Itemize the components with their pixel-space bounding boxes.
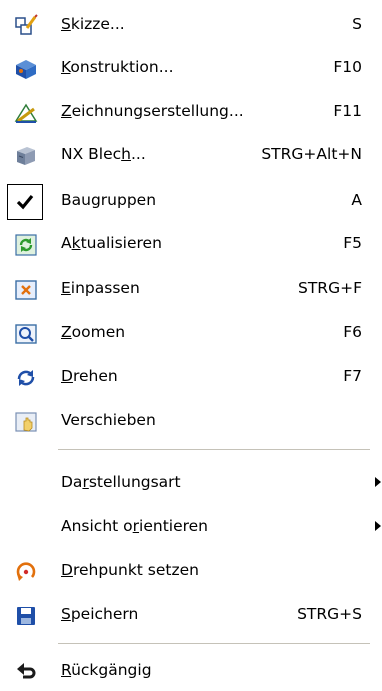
menu-item-label: NX Blech... <box>61 145 146 163</box>
save-icon <box>14 604 38 628</box>
menu-item-modeling[interactable]: Konstruktion... F10 <box>0 47 382 87</box>
menu-item-label: Baugruppen <box>61 191 157 209</box>
shortcut-label: STRG+S <box>297 605 362 623</box>
menu-item-drafting[interactable]: Zeichnungserstellung... F11 <box>0 91 382 131</box>
menu-item-sheet-metal[interactable]: NX Blech... STRG+Alt+N <box>0 134 382 174</box>
menu-item-label: Verschieben <box>61 411 156 429</box>
menu-item-display-mode[interactable]: Darstellungsart <box>0 462 382 502</box>
menu-item-label: Darstellungsart <box>61 473 181 491</box>
pan-icon <box>14 410 38 434</box>
fit-icon <box>14 278 38 302</box>
sketch-icon <box>14 14 38 38</box>
menu-item-sketch[interactable]: Skizze... S <box>0 4 382 44</box>
menu-item-label: Ansicht orientieren <box>61 517 209 535</box>
menu-item-label: Drehpunkt setzen <box>61 561 199 579</box>
menu-item-label: Aktualisieren <box>61 234 162 252</box>
context-menu: Skizze... S Konstruktion... F10 Zeichnun… <box>0 0 382 691</box>
menu-item-label: Konstruktion... <box>61 58 174 76</box>
menu-separator <box>58 643 370 644</box>
shortcut-label: STRG+Alt+N <box>261 145 362 163</box>
menu-item-label: Einpassen <box>61 279 140 297</box>
rotate-icon <box>14 366 38 390</box>
menu-separator <box>58 449 370 450</box>
menu-item-label: Drehen <box>61 367 118 385</box>
shortcut-label: F6 <box>343 323 362 341</box>
menu-item-set-pivot[interactable]: Drehpunkt setzen <box>0 550 382 590</box>
submenu-arrow-icon <box>375 521 381 531</box>
refresh-icon <box>14 233 38 257</box>
menu-item-pan[interactable]: Verschieben <box>0 400 382 440</box>
menu-item-label: Speichern <box>61 605 139 623</box>
menu-item-orient-view[interactable]: Ansicht orientieren <box>0 506 382 546</box>
menu-item-refresh[interactable]: Aktualisieren F5 <box>0 223 382 263</box>
zoom-icon <box>14 322 38 346</box>
sheet-metal-icon <box>14 144 38 168</box>
menu-item-save[interactable]: Speichern STRG+S <box>0 594 382 634</box>
menu-item-label: Skizze... <box>61 15 125 33</box>
menu-item-undo[interactable]: Rückgängig <box>0 650 382 690</box>
drafting-icon <box>14 101 38 125</box>
menu-item-label: Rückgängig <box>61 661 152 679</box>
menu-item-assemblies[interactable]: Baugruppen A <box>0 180 382 220</box>
submenu-arrow-icon <box>375 477 381 487</box>
shortcut-label: F5 <box>343 234 362 252</box>
menu-item-label: Zoomen <box>61 323 126 341</box>
modeling-icon <box>14 57 38 81</box>
pivot-icon <box>14 560 38 584</box>
checkmark-icon <box>16 194 34 210</box>
menu-item-rotate[interactable]: Drehen F7 <box>0 356 382 396</box>
shortcut-label: F11 <box>333 102 362 120</box>
checkmark-box <box>7 184 43 220</box>
shortcut-label: F7 <box>343 367 362 385</box>
menu-item-label: Zeichnungserstellung... <box>61 102 244 120</box>
undo-icon <box>14 660 38 684</box>
menu-item-fit[interactable]: Einpassen STRG+F <box>0 268 382 308</box>
shortcut-label: A <box>351 191 362 209</box>
menu-item-zoom[interactable]: Zoomen F6 <box>0 312 382 352</box>
shortcut-label: F10 <box>333 58 362 76</box>
shortcut-label: S <box>352 15 362 33</box>
shortcut-label: STRG+F <box>298 279 362 297</box>
